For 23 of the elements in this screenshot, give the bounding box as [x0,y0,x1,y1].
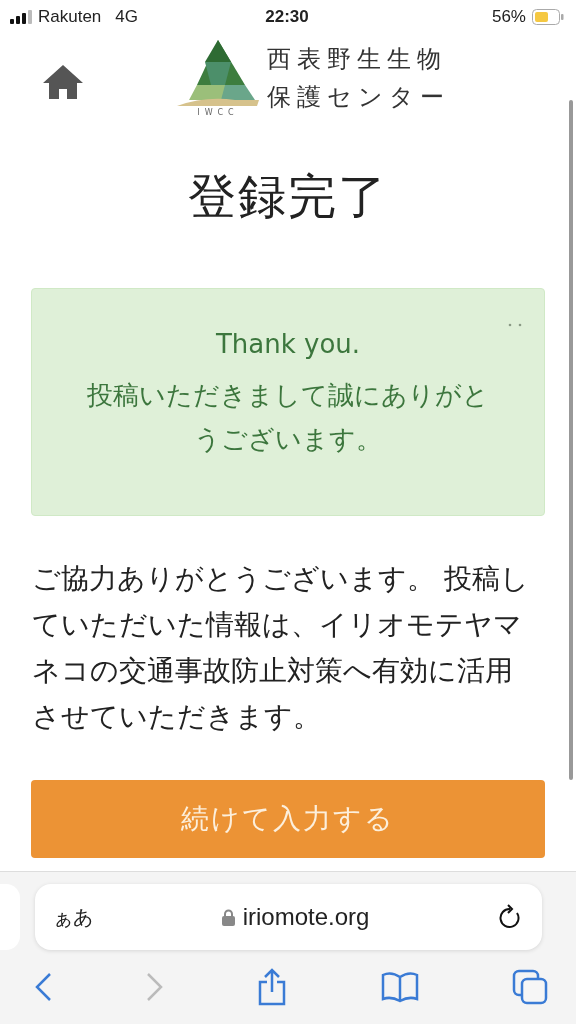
url-text: iriomote.org [242,903,370,931]
page-title: 登録完了 [187,167,389,226]
body-text: ご協力ありがとうございます。 投稿していただいた情報は、イリオモテヤマネコの交通事故防止対策へ有効に活用させていただきます。 [32,561,530,735]
signal-icon [10,10,32,24]
logo-caption: IWCC [197,107,239,117]
battery-percent: 56% [491,7,526,27]
alert-message: 投稿いただきまして誠にありがとうございます。 [86,379,490,456]
carrier-name: Rakuten [38,7,102,27]
home-icon[interactable] [43,65,83,99]
tabs-icon[interactable] [512,969,548,1005]
logo-text: 西表野生生物 [267,43,448,75]
bookmarks-icon[interactable] [380,971,419,1003]
network-type: 4G [115,7,138,27]
logo-text: 保護センター [267,81,450,113]
alert-heading: Thank you. [214,328,362,361]
battery-icon [532,9,564,25]
address-bar[interactable]: ぁあ iriomote.org [35,884,542,950]
share-icon[interactable] [257,968,287,1006]
lock-icon [221,908,235,926]
text-size-button[interactable]: ぁあ [53,903,93,931]
reload-icon[interactable] [498,904,522,930]
clock-time: 22:30 [265,7,309,27]
back-icon[interactable] [34,972,52,1002]
